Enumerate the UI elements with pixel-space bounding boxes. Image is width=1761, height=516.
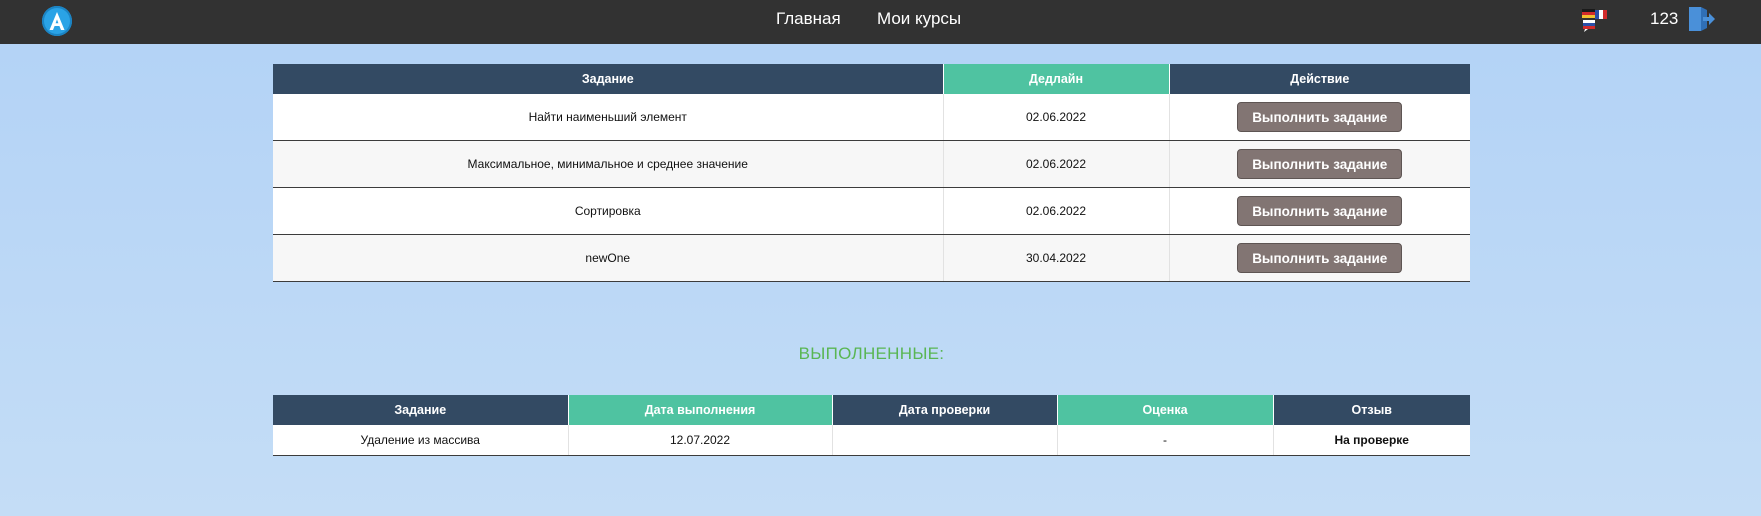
column-header-task: Задание	[273, 395, 569, 425]
do-task-button[interactable]: Выполнить задание	[1237, 243, 1403, 273]
do-task-button[interactable]: Выполнить задание	[1237, 149, 1403, 179]
column-header-review: Отзыв	[1273, 395, 1470, 425]
table-row: Найти наименьший элемент 02.06.2022 Выпо…	[273, 94, 1470, 141]
column-header-task: Задание	[273, 64, 944, 94]
app-logo-icon[interactable]	[42, 6, 72, 36]
task-name-cell: Удаление из массива	[273, 425, 569, 456]
column-header-grade: Оценка	[1057, 395, 1274, 425]
column-header-deadline: Дедлайн	[943, 64, 1170, 94]
table-row: Удаление из массива 12.07.2022 - На пров…	[273, 425, 1470, 456]
do-task-button[interactable]: Выполнить задание	[1237, 102, 1403, 132]
action-cell: Выполнить задание	[1169, 94, 1470, 141]
action-cell: Выполнить задание	[1169, 140, 1470, 188]
tasks-table: Задание Дедлайн Действие Найти наименьши…	[273, 64, 1470, 282]
deadline-cell: 02.06.2022	[943, 94, 1170, 141]
completed-tasks-table: Задание Дата выполнения Дата проверки Оц…	[273, 395, 1470, 456]
task-name-cell: newOne	[273, 234, 944, 282]
tasks-table-header-row: Задание Дедлайн Действие	[273, 64, 1470, 94]
deadline-cell: 02.06.2022	[943, 187, 1170, 235]
completed-table-header-row: Задание Дата выполнения Дата проверки Оц…	[273, 395, 1470, 425]
task-name-cell: Сортировка	[273, 187, 944, 235]
grade-cell: -	[1057, 425, 1274, 456]
column-header-done-date: Дата выполнения	[568, 395, 833, 425]
action-cell: Выполнить задание	[1169, 187, 1470, 235]
table-row: Сортировка 02.06.2022 Выполнить задание	[273, 187, 1470, 235]
column-header-check-date: Дата проверки	[832, 395, 1058, 425]
logout-icon[interactable]	[1686, 4, 1716, 34]
completed-section-title: ВЫПОЛНЕННЫЕ:	[798, 344, 945, 363]
deadline-cell: 30.04.2022	[943, 234, 1170, 282]
task-name-cell: Максимальное, минимальное и среднее знач…	[273, 140, 944, 188]
done-date-cell: 12.07.2022	[568, 425, 833, 456]
task-name-cell: Найти наименьший элемент	[273, 94, 944, 141]
nav-my-courses-link[interactable]: Мои курсы	[877, 0, 961, 38]
top-navbar: Главная Мои курсы 123	[0, 0, 1761, 44]
review-status-cell: На проверке	[1273, 425, 1470, 456]
check-date-cell	[832, 425, 1058, 456]
user-counter: 123	[1650, 9, 1679, 28]
action-cell: Выполнить задание	[1169, 234, 1470, 282]
table-row: newOne 30.04.2022 Выполнить задание	[273, 234, 1470, 282]
table-row: Максимальное, минимальное и среднее знач…	[273, 140, 1470, 188]
nav-home-link[interactable]: Главная	[776, 0, 841, 38]
deadline-cell: 02.06.2022	[943, 140, 1170, 188]
language-flags-icon[interactable]	[1580, 7, 1608, 33]
column-header-action: Действие	[1169, 64, 1470, 94]
do-task-button[interactable]: Выполнить задание	[1237, 196, 1403, 226]
